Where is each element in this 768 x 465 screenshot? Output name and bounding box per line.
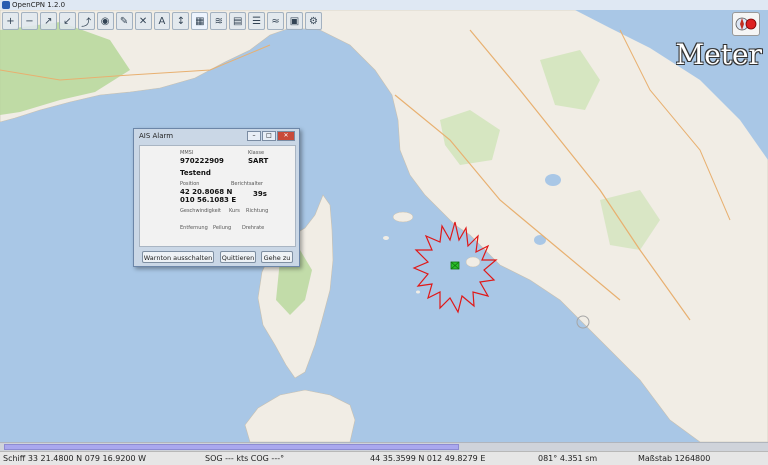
class-label: Klasse (248, 150, 265, 156)
dialog-title: AIS Alarm (139, 132, 174, 140)
cursor-position: 44 35.3599 N 012 49.8279 E (370, 454, 486, 463)
print-icon[interactable]: ▤ (229, 12, 247, 30)
class-value: SART (248, 157, 269, 165)
current-icon[interactable]: ↕ (172, 12, 190, 30)
chart-bar[interactable] (0, 442, 768, 451)
close-button[interactable]: ✕ (277, 131, 295, 141)
acknowledge-button[interactable]: Quittieren (220, 251, 256, 263)
status-bar: Schiff 33 21.4800 N 079 16.9200 W SOG --… (0, 451, 768, 465)
app-icon (2, 1, 10, 9)
distance-label: Entfernung (180, 225, 208, 231)
rate-of-turn-label: Drehrate (242, 225, 265, 231)
compass-rose-icon[interactable] (732, 12, 760, 36)
window-title-bar: OpenCPN 1.2.0 (0, 0, 768, 10)
sog-cog: SOG --- kts COG ---° (205, 454, 285, 463)
text-icon[interactable]: A (153, 12, 171, 30)
cursor-bearing-distance: 081° 4.351 sm (538, 454, 598, 463)
chart-bar-thumb[interactable] (4, 444, 459, 450)
position-label: Position (180, 181, 200, 187)
chart-scale: Maßstab 1264800 (638, 454, 711, 463)
speed-label: Geschwindigkeit (180, 208, 222, 214)
zoom-in-icon[interactable]: + (2, 12, 19, 30)
mmsi-label: MMSI (180, 150, 194, 156)
latitude-value: 42 20.8068 N (180, 188, 233, 196)
silence-alarm-button[interactable]: Warnton ausschalten (142, 251, 214, 263)
report-age-label: Berichtsalter (231, 181, 263, 187)
main-toolbar: + − ↗ ↙ ⤴ ◉ ✎ ✕ A ↕ ▦ ≋ ▤ ☰ ≈ ▣ ⚙ (0, 10, 322, 32)
report-age-value: 39s (253, 190, 267, 198)
settings-icon[interactable]: ✕ (134, 12, 152, 30)
goto-button[interactable]: Gehe zu (261, 251, 293, 263)
route-icon[interactable]: ⤴ (77, 12, 95, 30)
tide-icon[interactable]: ≋ (210, 12, 228, 30)
window-title: OpenCPN 1.2.0 (12, 1, 66, 9)
ship-follow-icon[interactable]: ◉ (96, 12, 114, 30)
ais-icon[interactable]: ▣ (286, 12, 303, 30)
target-name: Testend (180, 169, 211, 177)
gear-icon[interactable]: ⚙ (305, 12, 322, 30)
scale-in-icon[interactable]: ↗ (39, 12, 57, 30)
chart-icon[interactable]: ▦ (191, 12, 209, 30)
nautical-chart-map[interactable] (0, 0, 768, 465)
route-manager-icon[interactable]: ☰ (248, 12, 266, 30)
pen-icon[interactable]: ✎ (115, 12, 133, 30)
depth-unit-label: Meter (675, 38, 762, 71)
ship-position: Schiff 33 21.4800 N 079 16.9200 W (3, 454, 147, 463)
heading-label: Richtung (246, 208, 269, 214)
zoom-out-icon[interactable]: − (20, 12, 38, 30)
minimize-button[interactable]: – (247, 131, 261, 141)
bearing-label: Peilung (213, 225, 232, 231)
scale-out-icon[interactable]: ↙ (58, 12, 76, 30)
track-icon[interactable]: ≈ (267, 12, 285, 30)
longitude-value: 010 56.1083 E (180, 196, 237, 204)
mmsi-value: 970222909 (180, 157, 224, 165)
maximize-button[interactable]: □ (262, 131, 276, 141)
course-label: Kurs (229, 208, 240, 214)
ais-alarm-dialog: AIS Alarm – □ ✕ MMSI 970222909 Klasse SA… (133, 128, 300, 267)
ais-target-info: MMSI 970222909 Klasse SART Testend Posit… (139, 145, 296, 247)
